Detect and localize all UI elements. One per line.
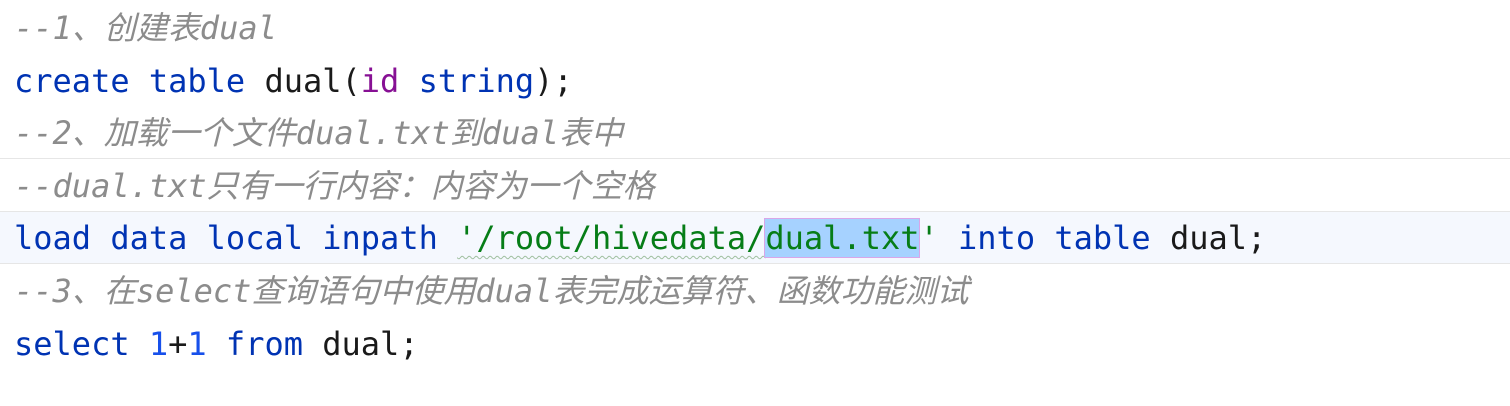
keyword: inpath	[322, 219, 438, 257]
punctuation: ;	[399, 325, 419, 363]
table-identifier: dual	[1169, 219, 1247, 257]
keyword: table	[148, 62, 246, 100]
line-separator	[0, 263, 1510, 264]
comment-text: --2、加载一个文件dual.txt到dual表中	[14, 114, 623, 152]
keyword: table	[1054, 219, 1151, 257]
code-line-7[interactable]: select 1+1 from dual;	[0, 318, 1510, 370]
keyword: load	[14, 219, 92, 257]
keyword: create	[14, 62, 130, 100]
punctuation: (	[341, 62, 361, 100]
line-separator	[0, 158, 1510, 159]
punctuation: ;	[1247, 219, 1267, 257]
punctuation: );	[534, 62, 573, 100]
keyword: into	[958, 219, 1036, 257]
code-line-5-current[interactable]: load data local inpath '/root/hivedata/d…	[0, 212, 1510, 264]
comment-text: --1、创建表dual	[14, 9, 277, 47]
table-identifier: dual	[322, 325, 400, 363]
column-name: id	[360, 62, 400, 100]
string-literal-prefix: '/root/hivedata/	[457, 219, 766, 257]
code-line-2[interactable]: create table dual(id string);	[0, 55, 1510, 107]
comment-text: --3、在select查询语句中使用dual表完成运算符、函数功能测试	[14, 272, 969, 310]
comment-text: --dual.txt只有一行内容：内容为一个空格	[14, 167, 655, 205]
keyword: data	[110, 219, 188, 257]
type-keyword: string	[418, 62, 535, 100]
keyword: select	[14, 325, 130, 363]
table-identifier: dual	[264, 62, 342, 100]
keyword: local	[206, 219, 303, 257]
string-literal-suffix: '	[919, 219, 939, 257]
keyword: from	[225, 325, 303, 363]
code-line-3[interactable]: --2、加载一个文件dual.txt到dual表中	[0, 107, 1510, 159]
code-line-6[interactable]: --3、在select查询语句中使用dual表完成运算符、函数功能测试	[0, 265, 1510, 317]
operator: +	[168, 325, 188, 363]
code-line-4[interactable]: --dual.txt只有一行内容：内容为一个空格	[0, 160, 1510, 212]
number-literal: 1	[187, 325, 207, 363]
code-editor[interactable]: --1、创建表dual create table dual(id string)…	[0, 0, 1510, 406]
number-literal: 1	[148, 325, 169, 363]
code-line-1[interactable]: --1、创建表dual	[0, 2, 1510, 54]
selected-text[interactable]: dual.txt	[764, 218, 921, 258]
